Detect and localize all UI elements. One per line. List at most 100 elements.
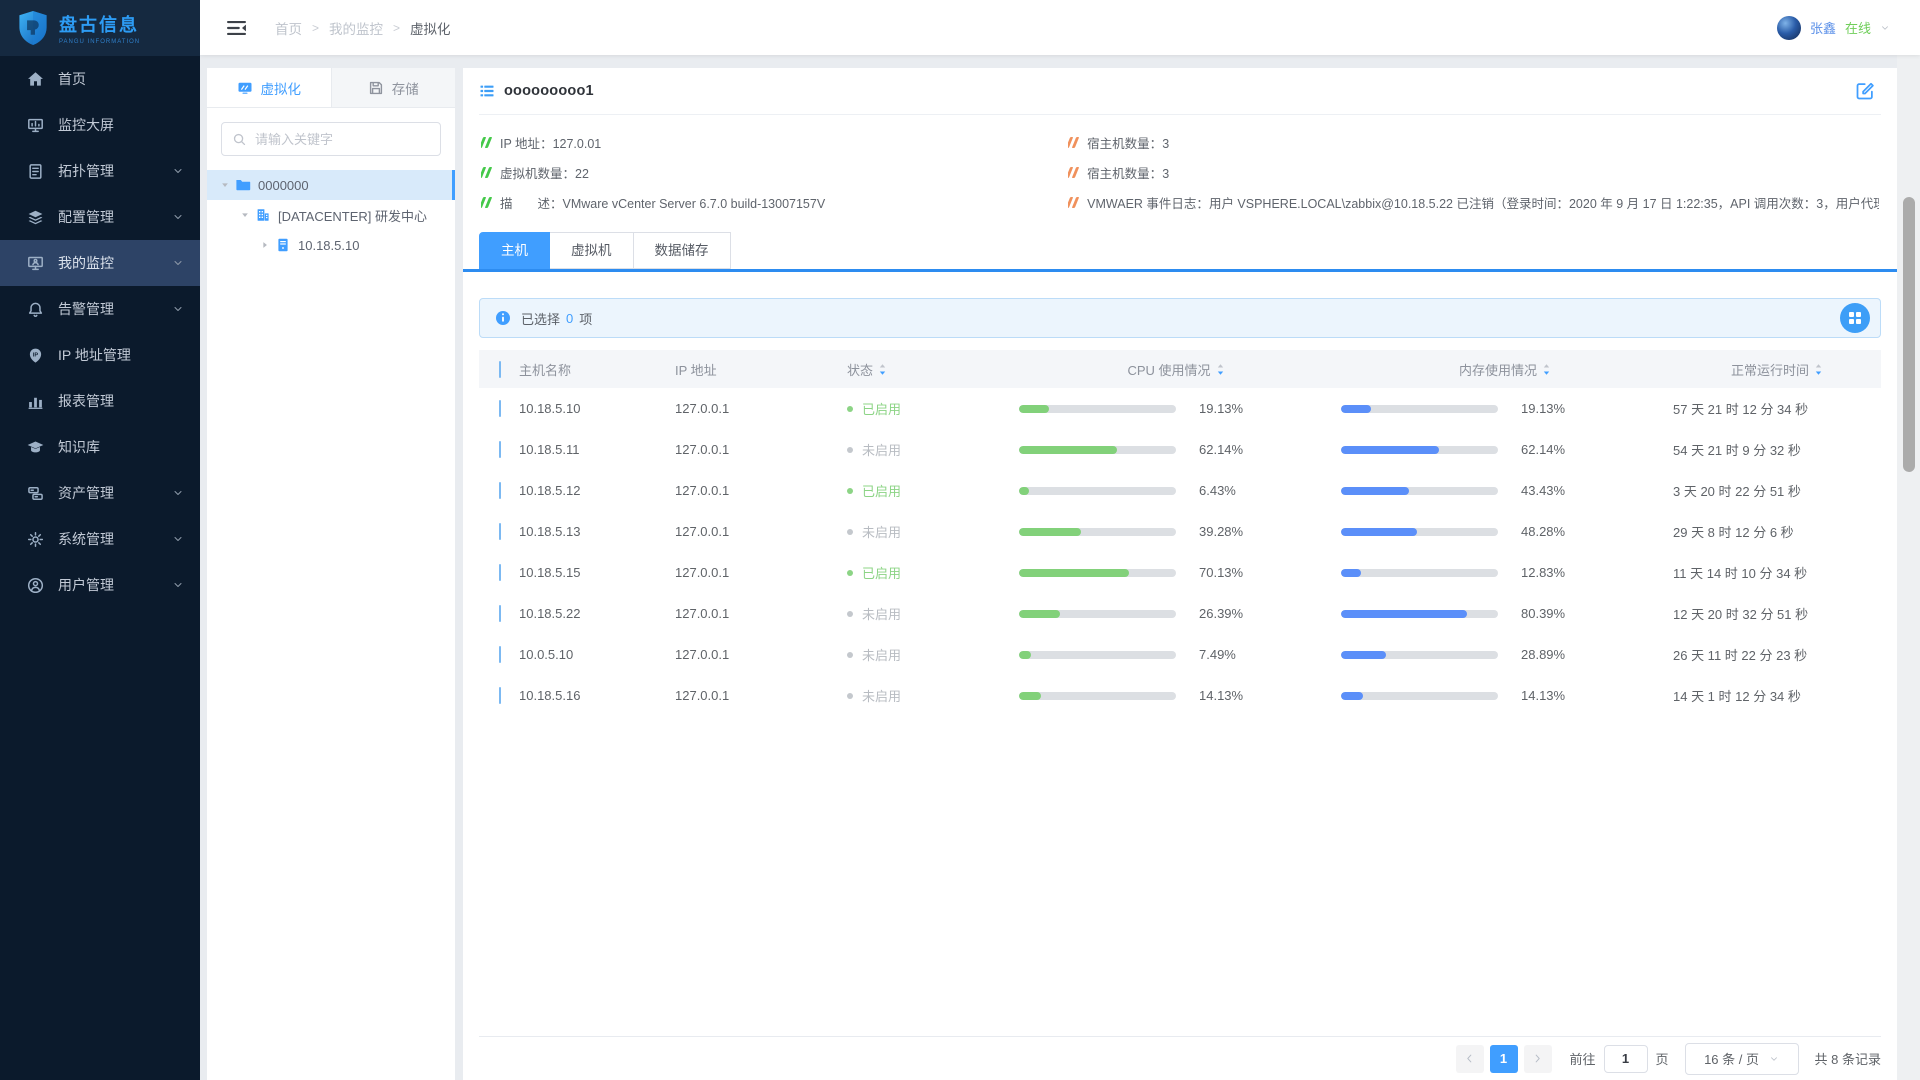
sidebar-item-6[interactable]: 告警管理 <box>0 286 200 332</box>
row-checkbox[interactable] <box>499 564 501 581</box>
row-checkbox[interactable] <box>499 523 501 540</box>
column-settings-button[interactable] <box>1840 303 1870 333</box>
collapse-menu-icon[interactable] <box>226 19 247 37</box>
explorer-tab-1[interactable]: 虚拟化 <box>207 68 331 107</box>
sidebar-item-10[interactable]: 资产管理 <box>0 470 200 516</box>
explorer-tab-2[interactable]: 存储 <box>331 68 456 107</box>
cell-hostname[interactable]: 10.18.5.16 <box>519 688 675 703</box>
content-tabs: 主机虚拟机数据储存 <box>479 232 1881 269</box>
sort-icon[interactable] <box>878 362 887 377</box>
cell-memory: 80.39% <box>1337 606 1673 621</box>
memory-progress-bar <box>1341 692 1498 700</box>
cell-cpu: 70.13% <box>1015 565 1337 580</box>
selection-count: 0 <box>566 311 573 326</box>
cell-cpu: 19.13% <box>1015 401 1337 416</box>
search-input[interactable] <box>255 132 431 147</box>
memory-progress-bar <box>1341 487 1498 495</box>
cell-hostname[interactable]: 10.0.5.10 <box>519 647 675 662</box>
row-checkbox[interactable] <box>499 646 501 663</box>
cell-cpu: 62.14% <box>1015 442 1337 457</box>
sort-icon[interactable] <box>1542 362 1551 377</box>
tree-node-1[interactable]: 0000000 <box>207 170 455 200</box>
breadcrumb-item[interactable]: 首页 <box>275 18 302 38</box>
cpu-percent: 70.13% <box>1199 565 1243 580</box>
host-icon <box>275 237 291 253</box>
memory-percent: 62.14% <box>1521 442 1565 457</box>
col-cpu[interactable]: CPU 使用情况 <box>1015 360 1337 379</box>
next-page-button[interactable] <box>1524 1045 1552 1073</box>
col-status[interactable]: 状态 <box>847 360 1015 379</box>
cpu-progress-bar <box>1019 405 1176 413</box>
select-all-checkbox[interactable] <box>499 361 501 378</box>
sidebar-item-label: 报表管理 <box>58 391 114 411</box>
row-checkbox[interactable] <box>499 687 501 704</box>
edit-icon[interactable] <box>1855 81 1875 101</box>
cell-memory: 62.14% <box>1337 442 1673 457</box>
selection-suffix: 项 <box>579 309 592 328</box>
sidebar-item-7[interactable]: IP IP 地址管理 <box>0 332 200 378</box>
cell-status: 未启用 <box>847 440 1015 459</box>
scrollbar-thumb[interactable] <box>1903 197 1915 472</box>
cell-uptime: 57 天 21 时 12 分 34 秒 <box>1673 399 1881 418</box>
sidebar-item-12[interactable]: 用户管理 <box>0 562 200 608</box>
selection-prefix: 已选择 <box>521 309 560 328</box>
sidebar-item-label: 拓扑管理 <box>58 161 114 181</box>
resource-tree: 0000000 [DATACENTER] 研发中心 10.18.5.10 <box>207 170 455 260</box>
sort-icon[interactable] <box>1216 362 1225 377</box>
caret-down-icon[interactable] <box>219 179 231 191</box>
caret-down-icon[interactable] <box>239 209 251 221</box>
info-value: 22 <box>575 167 589 181</box>
sidebar-item-9[interactable]: 知识库 <box>0 424 200 470</box>
col-uptime[interactable]: 正常运行时间 <box>1673 360 1881 379</box>
sidebar-item-3[interactable]: 拓扑管理 <box>0 148 200 194</box>
sidebar-item-5[interactable]: 我的监控 <box>0 240 200 286</box>
table-row: 10.18.5.15 127.0.0.1 已启用 70.13% 12.83% 1… <box>479 552 1881 593</box>
cell-hostname[interactable]: 10.18.5.12 <box>519 483 675 498</box>
page-1-button[interactable]: 1 <box>1490 1045 1518 1073</box>
cell-hostname[interactable]: 10.18.5.10 <box>519 401 675 416</box>
cell-status: 未启用 <box>847 522 1015 541</box>
row-checkbox[interactable] <box>499 482 501 499</box>
tree-node-2[interactable]: [DATACENTER] 研发中心 <box>207 200 455 230</box>
folder-icon <box>235 177 251 193</box>
sidebar-item-4[interactable]: 配置管理 <box>0 194 200 240</box>
my-monitor-icon <box>27 255 44 272</box>
page-size-select[interactable]: 16 条 / 页 <box>1685 1043 1799 1075</box>
sort-icon[interactable] <box>1814 362 1823 377</box>
sidebar-item-label: IP 地址管理 <box>58 345 131 365</box>
sidebar-item-1[interactable]: 首页 <box>0 56 200 102</box>
sidebar-item-label: 首页 <box>58 69 86 89</box>
avatar[interactable] <box>1777 16 1801 40</box>
col-memory[interactable]: 内存使用情况 <box>1337 360 1673 379</box>
cell-hostname[interactable]: 10.18.5.11 <box>519 442 675 457</box>
tab-3[interactable]: 数据储存 <box>634 232 731 269</box>
cell-hostname[interactable]: 10.18.5.22 <box>519 606 675 621</box>
sidebar-item-2[interactable]: 监控大屏 <box>0 102 200 148</box>
caret-right-icon[interactable] <box>259 239 271 251</box>
status-dot-icon <box>847 406 853 412</box>
topbar: 首页>我的监控>虚拟化 张鑫 在线 <box>200 0 1920 55</box>
info-item-left-3: 描 述VMware vCenter Server 6.7.0 build-130… <box>481 187 1068 217</box>
goto-page-input[interactable] <box>1604 1045 1648 1073</box>
cell-memory: 43.43% <box>1337 483 1673 498</box>
user-menu[interactable]: 张鑫 在线 <box>1777 16 1890 40</box>
row-checkbox[interactable] <box>499 605 501 622</box>
total-records: 共 8 条记录 <box>1815 1049 1881 1068</box>
tab-1[interactable]: 主机 <box>479 232 550 269</box>
sidebar-item-8[interactable]: 报表管理 <box>0 378 200 424</box>
tab-2[interactable]: 虚拟机 <box>550 232 634 269</box>
cell-hostname[interactable]: 10.18.5.13 <box>519 524 675 539</box>
row-checkbox[interactable] <box>499 441 501 458</box>
breadcrumb-item[interactable]: 我的监控 <box>329 18 383 38</box>
memory-progress-bar <box>1341 446 1498 454</box>
cell-hostname[interactable]: 10.18.5.15 <box>519 565 675 580</box>
sidebar-nav: 首页 监控大屏 拓扑管理 配置管理 我的监控 告警管理IP IP 地址管理 报表… <box>0 56 200 608</box>
tree-node-3[interactable]: 10.18.5.10 <box>207 230 455 260</box>
prev-page-button[interactable] <box>1456 1045 1484 1073</box>
sidebar-item-11[interactable]: 系统管理 <box>0 516 200 562</box>
row-checkbox[interactable] <box>499 400 501 417</box>
building-icon <box>255 207 271 223</box>
page-size-value: 16 条 / 页 <box>1704 1049 1759 1068</box>
cell-uptime: 29 天 8 时 12 分 6 秒 <box>1673 522 1881 541</box>
page-unit-label: 页 <box>1656 1049 1669 1068</box>
